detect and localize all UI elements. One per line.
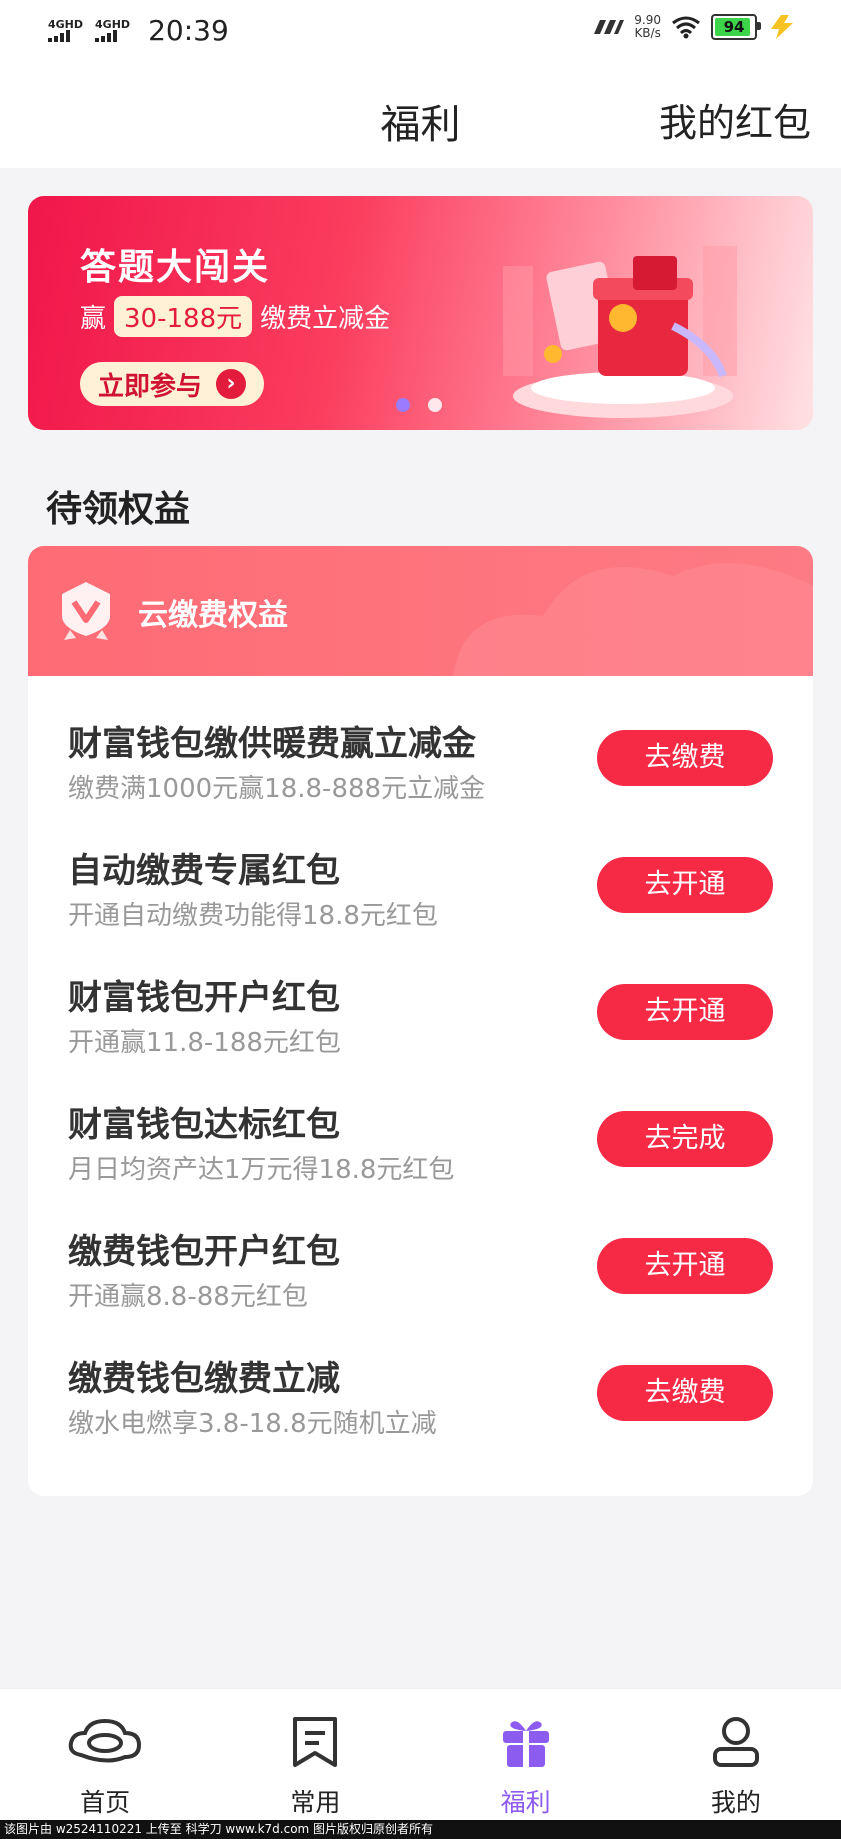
benefit-subtitle: 开通赢11.8-188元红包 bbox=[68, 1028, 341, 1058]
go-pay-button[interactable]: 去缴费 bbox=[597, 730, 773, 786]
banner-subtitle: 赢 30-188元 缴费立减金 bbox=[80, 296, 390, 337]
go-complete-button[interactable]: 去完成 bbox=[597, 1111, 773, 1167]
carousel-dot-active[interactable] bbox=[396, 398, 410, 412]
benefit-row: 财富钱包缴供暖费赢立减金 缴费满1000元赢18.8-888元立减金 去缴费 bbox=[68, 716, 773, 826]
tab-common-label: 常用 bbox=[290, 1788, 341, 1817]
wifi-icon bbox=[672, 16, 700, 39]
charging-icon bbox=[771, 15, 793, 39]
go-activate-button[interactable]: 去开通 bbox=[597, 984, 773, 1040]
status-bar: 4GHD 4GHD 20:39 9.90 KB/s 94 bbox=[0, 0, 841, 62]
battery-icon: 94 bbox=[711, 14, 761, 40]
tab-common[interactable]: 常用 bbox=[210, 1689, 420, 1821]
banner-suffix: 缴费立减金 bbox=[260, 304, 391, 334]
benefit-row: 自动缴费专属红包 开通自动缴费功能得18.8元红包 去开通 bbox=[68, 843, 773, 953]
benefit-row: 缴费钱包缴费立减 缴水电燃享3.8-18.8元随机立减 去缴费 bbox=[68, 1351, 773, 1461]
benefit-title: 财富钱包达标红包 bbox=[68, 1105, 340, 1145]
network-speed: 9.90 KB/s bbox=[634, 13, 661, 40]
my-red-packet-link[interactable]: 我的红包 bbox=[659, 92, 811, 147]
benefit-subtitle: 缴水电燃享3.8-18.8元随机立减 bbox=[68, 1409, 437, 1439]
watermark-footer: 该图片由 w2524110221 上传至 科学刀 www.k7d.com 图片版… bbox=[0, 1820, 841, 1839]
status-left: 4GHD 4GHD 20:39 bbox=[48, 14, 229, 47]
tab-home[interactable]: 首页 bbox=[0, 1689, 210, 1821]
promo-banner[interactable]: 答题大闯关 赢 30-188元 缴费立减金 立即参与 › bbox=[28, 196, 813, 430]
signal-icon: 4GHD bbox=[48, 19, 83, 42]
banner-prefix: 赢 bbox=[80, 304, 107, 334]
signal-label: 4GHD bbox=[48, 18, 84, 31]
signal-icon: 4GHD bbox=[95, 19, 130, 42]
benefit-title: 缴费钱包缴费立减 bbox=[68, 1359, 340, 1399]
badge-icon bbox=[62, 582, 110, 640]
section-title: 待领权益 bbox=[46, 489, 191, 530]
tab-home-label: 首页 bbox=[80, 1788, 131, 1817]
card-title: 云缴费权益 bbox=[138, 598, 288, 633]
top-header: 福利 我的红包 bbox=[0, 62, 841, 168]
benefit-title: 财富钱包缴供暖费赢立减金 bbox=[68, 724, 476, 764]
carousel-dots bbox=[396, 398, 442, 412]
chevron-right-icon: › bbox=[216, 369, 246, 399]
bookmark-note-icon bbox=[293, 1717, 338, 1767]
benefit-subtitle: 缴费满1000元赢18.8-888元立减金 bbox=[68, 774, 486, 804]
benefit-title: 自动缴费专属红包 bbox=[68, 851, 340, 891]
bottom-tab-bar: 首页 常用 福利 我的 bbox=[0, 1688, 841, 1821]
benefit-title: 财富钱包开户红包 bbox=[68, 978, 340, 1018]
gift-box-illustration bbox=[503, 246, 737, 418]
nfc-icon bbox=[594, 20, 625, 34]
tab-welfare-label: 福利 bbox=[500, 1788, 551, 1817]
go-activate-button[interactable]: 去开通 bbox=[597, 1238, 773, 1294]
cloud-decoration bbox=[453, 563, 813, 676]
banner-amount: 30-188元 bbox=[114, 296, 253, 337]
signal-label: 4GHD bbox=[95, 18, 131, 31]
join-now-button[interactable]: 立即参与 › bbox=[80, 362, 264, 406]
tab-mine-label: 我的 bbox=[710, 1788, 761, 1817]
tab-mine[interactable]: 我的 bbox=[631, 1689, 841, 1821]
carousel-dot[interactable] bbox=[428, 398, 442, 412]
benefits-card: 云缴费权益 财富钱包缴供暖费赢立减金 缴费满1000元赢18.8-888元立减金… bbox=[28, 546, 813, 1496]
benefit-subtitle: 月日均资产达1万元得18.8元红包 bbox=[68, 1155, 455, 1185]
go-activate-button[interactable]: 去开通 bbox=[597, 857, 773, 913]
status-right: 9.90 KB/s 94 bbox=[590, 14, 797, 40]
benefit-subtitle: 开通自动缴费功能得18.8元红包 bbox=[68, 901, 438, 931]
benefit-row: 财富钱包开户红包 开通赢11.8-188元红包 去开通 bbox=[68, 970, 773, 1080]
banner-title: 答题大闯关 bbox=[80, 247, 271, 288]
go-pay-button[interactable]: 去缴费 bbox=[597, 1365, 773, 1421]
gift-icon bbox=[502, 1721, 549, 1767]
clock: 20:39 bbox=[148, 14, 229, 47]
benefit-row: 财富钱包达标红包 月日均资产达1万元得18.8元红包 去完成 bbox=[68, 1097, 773, 1207]
home-cloud-icon bbox=[68, 1718, 142, 1763]
benefit-subtitle: 开通赢8.8-88元红包 bbox=[68, 1282, 308, 1312]
benefit-title: 缴费钱包开户红包 bbox=[68, 1232, 340, 1272]
user-icon bbox=[712, 1717, 759, 1767]
card-header: 云缴费权益 bbox=[28, 546, 813, 676]
join-now-label: 立即参与 bbox=[97, 371, 202, 402]
tab-welfare[interactable]: 福利 bbox=[421, 1689, 631, 1821]
benefit-row: 缴费钱包开户红包 开通赢8.8-88元红包 去开通 bbox=[68, 1224, 773, 1334]
